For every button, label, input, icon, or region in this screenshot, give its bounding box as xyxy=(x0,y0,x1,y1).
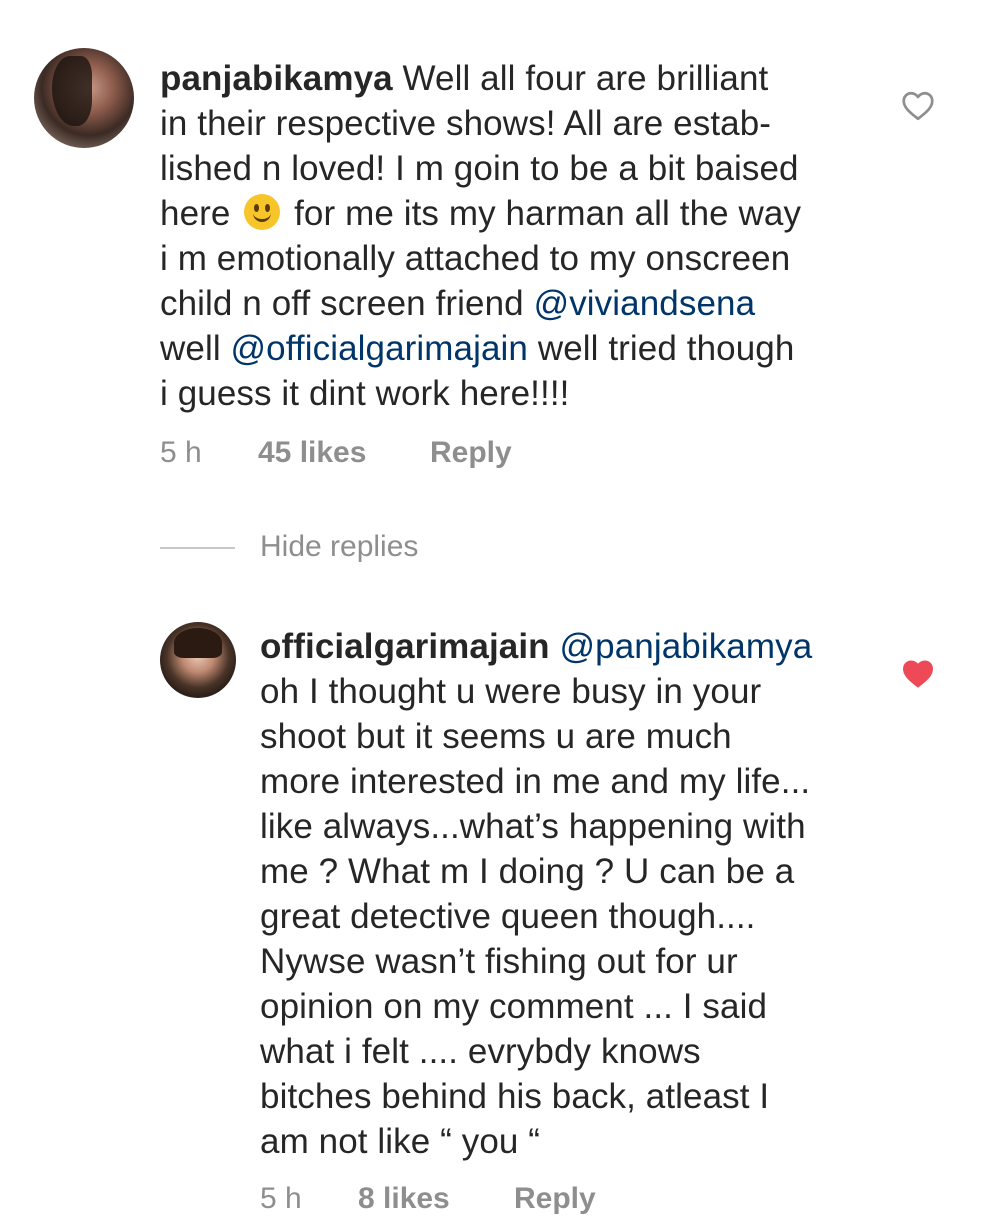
comment-text: in their respective shows! All are estab… xyxy=(160,104,772,143)
likes-count[interactable]: 45 likes xyxy=(258,436,366,470)
comment-line: like always...what’s happening with xyxy=(260,804,812,849)
comment-text: lished n loved! I m goin to be a bit bai… xyxy=(160,149,799,188)
comment-text: Well all four are brilliant xyxy=(402,59,769,98)
likes-count[interactable]: 8 likes xyxy=(358,1182,450,1216)
mention-link[interactable]: @panjabikamya xyxy=(560,627,813,666)
comment-line: panjabikamya Well all four are brilliant xyxy=(160,56,801,101)
comment-line: in their respective shows! All are estab… xyxy=(160,101,801,146)
comment-line: oh I thought u were busy in your xyxy=(260,669,812,714)
hide-replies-label[interactable]: Hide replies xyxy=(260,530,418,564)
comment-time: 5 h xyxy=(160,436,202,469)
heart-outline-icon[interactable] xyxy=(900,88,936,124)
comment-body: officialgarimajain @panjabikamya oh I tho… xyxy=(260,624,812,1164)
comment-text: for me its my harman all the way xyxy=(284,194,802,233)
heart-filled-icon[interactable] xyxy=(900,656,936,692)
comment-text: am not like “ you “ xyxy=(260,1122,541,1161)
comment-line: opinion on my comment ... I said xyxy=(260,984,812,1029)
comment-line: officialgarimajain @panjabikamya xyxy=(260,624,812,669)
reply-button[interactable]: Reply xyxy=(514,1182,596,1216)
comment-text: opinion on my comment ... I said xyxy=(260,987,768,1026)
comment-text: i m emotionally attached to my onscreen xyxy=(160,239,791,278)
comment-line: bitches behind his back, atleast I xyxy=(260,1074,812,1119)
comment-line: well @officialgarimajain well tried thou… xyxy=(160,326,801,371)
comment-line: more interested in me and my life... xyxy=(260,759,812,804)
reply-button[interactable]: Reply xyxy=(430,436,512,470)
divider xyxy=(160,547,235,549)
comment-username[interactable]: panjabikamya xyxy=(160,59,393,98)
comment-line: what i felt .... evrybdy knows xyxy=(260,1029,812,1074)
avatar[interactable] xyxy=(160,622,236,698)
comment-text: well xyxy=(160,329,231,368)
comment-line: i m emotionally attached to my onscreen xyxy=(160,236,801,281)
comment-text: oh I thought u were busy in your xyxy=(260,672,762,711)
comment-line: here for me its my harman all the way xyxy=(160,191,801,236)
comment-text: bitches behind his back, atleast I xyxy=(260,1077,770,1116)
comment-line: i guess it dint work here!!!! xyxy=(160,371,801,416)
comment-line: great detective queen though.... xyxy=(260,894,812,939)
comment-text: i guess it dint work here!!!! xyxy=(160,374,570,413)
comment-text: Nywse wasn’t fishing out for ur xyxy=(260,942,738,981)
avatar[interactable] xyxy=(34,48,134,148)
mention-link[interactable]: @viviandsena xyxy=(534,284,756,323)
comment-line: lished n loved! I m goin to be a bit bai… xyxy=(160,146,801,191)
comment-text: great detective queen though.... xyxy=(260,897,756,936)
comment-text: like always...what’s happening with xyxy=(260,807,806,846)
comment-text: more interested in me and my life... xyxy=(260,762,811,801)
comment-line: Nywse wasn’t fishing out for ur xyxy=(260,939,812,984)
comment-username[interactable]: officialgarimajain xyxy=(260,627,550,666)
comment-text: shoot but it seems u are much xyxy=(260,717,732,756)
comment-line: me ? What m I doing ? U can be a xyxy=(260,849,812,894)
slightly-smiling-face-emoji xyxy=(244,194,281,230)
comment-text: here xyxy=(160,194,241,233)
comment-line: child n off screen friend @viviandsena xyxy=(160,281,801,326)
comment-text: what i felt .... evrybdy knows xyxy=(260,1032,701,1071)
comment-text: well tried though xyxy=(528,329,795,368)
mention-link[interactable]: @officialgarimajain xyxy=(231,329,528,368)
comment-body: panjabikamya Well all four are brilliant… xyxy=(160,56,801,416)
comment-time: 5 h xyxy=(260,1182,302,1215)
comment-line: shoot but it seems u are much xyxy=(260,714,812,759)
comment-text: child n off screen friend xyxy=(160,284,534,323)
comment-line: am not like “ you “ xyxy=(260,1119,812,1164)
comment-text: me ? What m I doing ? U can be a xyxy=(260,852,795,891)
